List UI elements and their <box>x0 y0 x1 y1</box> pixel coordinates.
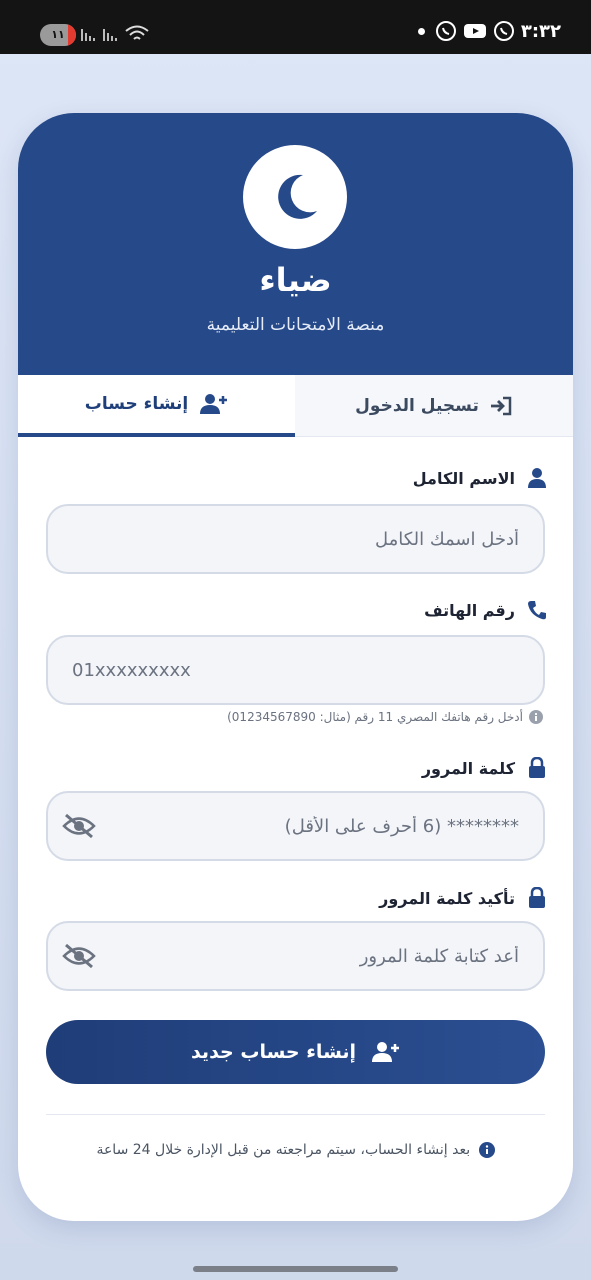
status-time: ٣:٣٢ <box>520 20 561 42</box>
signal-icons <box>80 24 150 44</box>
battery-indicator: ١١ <box>40 24 76 46</box>
confirm-password-label: تأكيد كلمة المرور <box>379 887 547 909</box>
password-label: كلمة المرور <box>422 757 547 779</box>
password-input[interactable] <box>46 791 545 861</box>
lock-icon <box>529 757 545 778</box>
phone-icon <box>528 601 546 620</box>
status-right: ٣:٣٢ <box>417 20 561 42</box>
tab-login[interactable]: تسجيل الدخول <box>295 375 573 437</box>
lock-icon <box>529 887 545 908</box>
notification-dot <box>417 27 425 35</box>
app-logo <box>243 145 347 249</box>
divider <box>46 1114 545 1115</box>
phone-label: رقم الهاتف <box>424 599 547 621</box>
whatsapp-icon <box>435 21 456 41</box>
full-name-label: الاسم الكامل <box>413 467 547 489</box>
info-icon <box>478 1142 495 1158</box>
confirm-password-input[interactable] <box>46 921 545 991</box>
info-icon <box>529 710 543 724</box>
home-indicator[interactable] <box>193 1266 398 1272</box>
signal-icon <box>81 29 95 41</box>
status-bar: ١١ ٣:٣٢ <box>0 0 591 54</box>
eye-slash-icon[interactable] <box>62 813 96 839</box>
full-name-input[interactable] <box>46 504 545 574</box>
whatsapp-icon <box>493 21 514 41</box>
phone-input[interactable] <box>46 635 545 705</box>
tab-signup-label: إنشاء حساب <box>84 394 189 414</box>
auth-tabs: إنشاء حساب تسجيل الدخول <box>18 375 573 437</box>
signup-card: ضياء منصة الامتحانات التعليمية إنشاء حسا… <box>18 113 573 1221</box>
footer-note: بعد إنشاء الحساب، سيتم مراجعته من قبل ال… <box>58 1139 533 1161</box>
signal-icon <box>103 29 117 41</box>
youtube-icon <box>463 24 486 38</box>
create-account-label: إنشاء حساب جديد <box>190 1041 357 1063</box>
app-title: ضياء <box>259 261 332 299</box>
moon-icon <box>278 174 317 219</box>
user-icon <box>528 468 546 488</box>
user-plus-icon <box>200 394 228 414</box>
phone-hint: أدخل رقم هاتفك المصري 11 رقم (مثال: 0123… <box>227 710 543 724</box>
create-account-button[interactable]: إنشاء حساب جديد <box>46 1020 545 1084</box>
eye-slash-icon[interactable] <box>62 943 96 969</box>
user-plus-icon <box>372 1042 400 1062</box>
tab-login-label: تسجيل الدخول <box>355 396 479 416</box>
wifi-icon <box>125 25 149 40</box>
card-header: ضياء منصة الامتحانات التعليمية <box>18 113 573 375</box>
tab-signup[interactable]: إنشاء حساب <box>18 375 295 437</box>
login-icon <box>490 396 512 416</box>
app-subtitle: منصة الامتحانات التعليمية <box>206 315 385 335</box>
